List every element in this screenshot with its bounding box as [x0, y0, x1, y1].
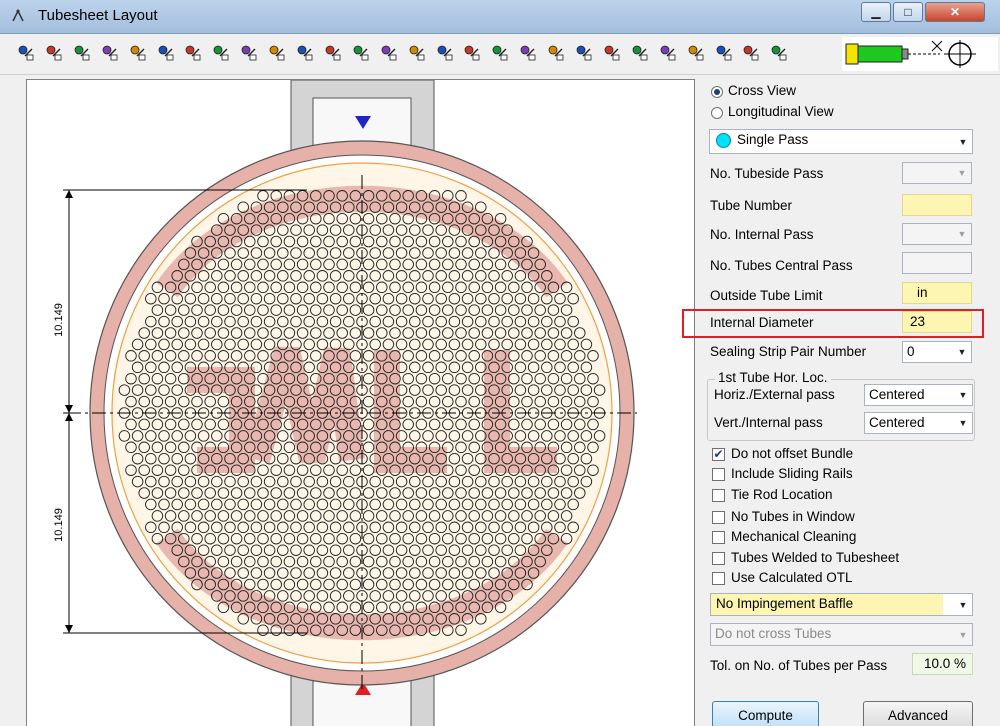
tubeside-pass-select[interactable]: ▼: [902, 162, 972, 184]
tubes-icon[interactable]: [712, 41, 736, 65]
move-tube-icon[interactable]: [126, 41, 150, 65]
mechanical-cleaning-checkbox[interactable]: [712, 531, 725, 544]
print-icon[interactable]: [321, 41, 345, 65]
use-calculated-otl-label[interactable]: Use Calculated OTL: [731, 570, 853, 585]
tubes-welded-checkbox[interactable]: [712, 552, 725, 565]
longitudinal-view-radio[interactable]: [711, 107, 723, 119]
mechanical-cleaning-label[interactable]: Mechanical Cleaning: [731, 529, 856, 544]
chevron-down-icon: ▼: [958, 390, 968, 400]
do-not-offset-bundle-checkbox[interactable]: ✔: [712, 448, 725, 461]
tolerance-label: Tol. on No. of Tubes per Pass: [710, 658, 888, 673]
app-icon: [12, 9, 24, 22]
sealing-strip-value: 0: [907, 344, 915, 359]
advanced-button[interactable]: Advanced: [863, 701, 973, 726]
tubes-color-icon[interactable]: [739, 41, 763, 65]
tubesheet-canvas[interactable]: 10.149 10.149: [26, 79, 695, 726]
fill-icon[interactable]: [405, 41, 429, 65]
title-bar[interactable]: Tubesheet Layout ▁ □ ✕: [0, 0, 1000, 34]
chevron-down-icon: ▼: [958, 629, 968, 640]
impingement-baffle-select[interactable]: No Impingement Baffle ▼: [710, 593, 973, 616]
left-gutter: [0, 79, 24, 726]
tubes-welded-label[interactable]: Tubes Welded to Tubesheet: [731, 550, 899, 565]
pass-select-value: Single Pass: [737, 132, 809, 147]
horiz-pass-value: Centered: [869, 387, 925, 402]
minimize-button[interactable]: ▁: [861, 2, 891, 22]
impingement-icon[interactable]: [265, 41, 289, 65]
single-pass-icon: [716, 132, 731, 148]
no-tubes-icon[interactable]: [460, 41, 484, 65]
zoom-icon[interactable]: [572, 41, 596, 65]
tube-props-icon[interactable]: [684, 41, 708, 65]
tubeside-pass-label: No. Tubeside Pass: [710, 166, 824, 181]
tubes-central-pass-input[interactable]: [902, 252, 972, 274]
cross-tubes-select[interactable]: Do not cross Tubes ▼: [710, 623, 973, 646]
refresh-icon[interactable]: [544, 41, 568, 65]
exchanger-status-graphic: [842, 37, 998, 71]
sealing-strip-select[interactable]: 0 ▼: [902, 341, 972, 363]
tube-number-input[interactable]: [902, 194, 972, 216]
dimension-label-top: 10.149: [53, 303, 65, 337]
sealing-strip-label: Sealing Strip Pair Number: [710, 344, 867, 359]
no-tubes-in-window-label[interactable]: No Tubes in Window: [731, 509, 855, 524]
list-icon[interactable]: [656, 41, 680, 65]
plug-tube-icon[interactable]: [154, 41, 178, 65]
remove-tube-icon[interactable]: [237, 41, 261, 65]
impingement-baffle-value: No Impingement Baffle: [711, 594, 943, 615]
outside-tube-limit-label: Outside Tube Limit: [710, 288, 823, 303]
tube-number-label: Tube Number: [710, 198, 793, 213]
select-tube-icon[interactable]: [14, 41, 38, 65]
close-button[interactable]: ✕: [925, 2, 985, 22]
no-tubes-in-window-checkbox[interactable]: [712, 511, 725, 524]
chevron-down-icon: ▼: [957, 168, 967, 178]
vert-pass-select[interactable]: Centered ▼: [864, 412, 973, 434]
clear-icon[interactable]: [488, 41, 512, 65]
vert-pass-value: Centered: [869, 415, 925, 430]
chevron-down-icon: ▼: [958, 599, 968, 610]
tie-rod-icon[interactable]: [181, 41, 205, 65]
dimension-label-bottom: 10.149: [53, 508, 65, 542]
tolerance-input[interactable]: 10.0 %: [912, 653, 973, 675]
add-tube-icon[interactable]: [70, 41, 94, 65]
bucket-icon[interactable]: [349, 41, 373, 65]
include-sliding-rails-checkbox[interactable]: [712, 468, 725, 481]
undo-icon[interactable]: [628, 41, 652, 65]
do-not-offset-bundle-label[interactable]: Do not offset Bundle: [731, 446, 853, 461]
tie-rod-location-checkbox[interactable]: [712, 489, 725, 502]
outside-tube-limit-input[interactable]: in: [902, 282, 972, 304]
longitudinal-view-label[interactable]: Longitudinal View: [728, 104, 834, 119]
internal-pass-select[interactable]: ▼: [902, 223, 972, 245]
cross-view-label[interactable]: Cross View: [728, 83, 796, 98]
chevron-down-icon: ▼: [957, 229, 967, 239]
zoom-window-icon[interactable]: [433, 41, 457, 65]
chevron-down-icon: ▼: [958, 136, 968, 147]
vert-pass-label: Vert./Internal pass: [714, 415, 823, 430]
chevron-down-icon: ▼: [957, 347, 967, 357]
report-icon[interactable]: [293, 41, 317, 65]
pass-select[interactable]: Single Pass ▼: [709, 129, 973, 154]
use-calculated-otl-checkbox[interactable]: [712, 572, 725, 585]
cross-tubes-value: Do not cross Tubes: [715, 626, 832, 641]
options-panel: Cross View Longitudinal View Single Pass…: [697, 79, 1000, 726]
internal-pass-label: No. Internal Pass: [710, 227, 814, 242]
pan-icon[interactable]: [600, 41, 624, 65]
internal-diameter-highlight: [682, 309, 984, 338]
first-tube-location-title: 1st Tube Hor. Loc.: [715, 370, 831, 385]
tubesheet-layout-window: Tubesheet Layout ▁ □ ✕ 10.149 10.149 Cro…: [0, 0, 1000, 726]
horiz-pass-select[interactable]: Centered ▼: [864, 384, 973, 406]
tie-rod-location-label[interactable]: Tie Rod Location: [731, 487, 833, 502]
cross-view-radio[interactable]: [711, 86, 723, 98]
chevron-down-icon: ▼: [958, 418, 968, 428]
window-title: Tubesheet Layout: [38, 7, 158, 24]
include-sliding-rails-label[interactable]: Include Sliding Rails: [731, 466, 853, 481]
eraser-icon[interactable]: [42, 41, 66, 65]
swap-icon[interactable]: [516, 41, 540, 65]
sealing-strip-icon[interactable]: [209, 41, 233, 65]
cut-icon[interactable]: [377, 41, 401, 65]
maximize-button[interactable]: □: [893, 2, 923, 22]
n-icon[interactable]: [767, 41, 791, 65]
add-tubes-icon[interactable]: [98, 41, 122, 65]
tubes-central-pass-label: No. Tubes Central Pass: [710, 258, 853, 273]
compute-button[interactable]: Compute: [712, 701, 819, 726]
horiz-pass-label: Horiz./External pass: [714, 387, 835, 402]
